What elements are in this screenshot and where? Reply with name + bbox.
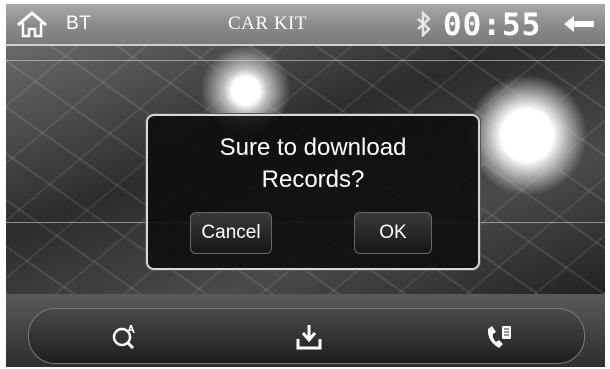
phonebook-icon	[487, 326, 511, 348]
dialog-message-line2: Records?	[261, 166, 365, 193]
phonebook-button[interactable]	[484, 323, 514, 351]
ok-button[interactable]: OK	[354, 212, 432, 254]
divider	[6, 60, 605, 61]
page-title: CAR KIT	[228, 13, 307, 34]
clock: 00:55	[443, 7, 542, 43]
bottom-toolbar	[6, 294, 605, 367]
dialog-message: Sure to download Records?	[148, 132, 478, 196]
search-contact-icon	[112, 324, 135, 350]
car-kit-screen: BT CAR KIT 00:55 Sure to download Record…	[6, 4, 605, 367]
dialog-message-line1: Sure to download	[219, 134, 407, 161]
toolbar-pill	[28, 308, 585, 364]
bluetooth-icon	[417, 9, 431, 39]
top-status-bar: BT CAR KIT 00:55	[6, 4, 605, 46]
bluetooth-status	[411, 9, 437, 39]
confirm-dialog: Sure to download Records? Cancel OK	[146, 114, 480, 270]
section-label: BT	[66, 13, 92, 34]
home-icon	[17, 11, 47, 38]
search-contact-button[interactable]	[111, 323, 141, 351]
download-icon	[296, 325, 322, 350]
download-button[interactable]	[294, 323, 324, 351]
cancel-button[interactable]: Cancel	[190, 212, 272, 254]
back-arrow-icon	[564, 16, 594, 32]
home-button[interactable]	[16, 10, 48, 38]
back-button[interactable]	[562, 14, 596, 34]
